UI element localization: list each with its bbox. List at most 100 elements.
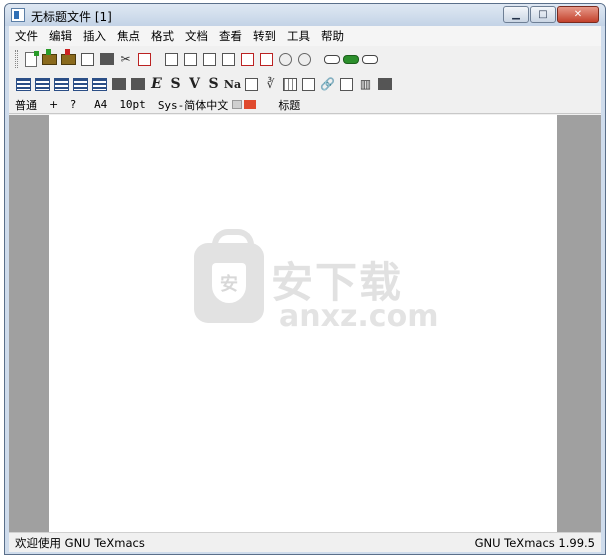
duplicate-icon <box>184 52 197 66</box>
section-button[interactable] <box>53 76 70 93</box>
link-button[interactable]: 🔗 <box>319 76 336 93</box>
editor-canvas: 安 安下载 anxz.com <box>9 115 601 532</box>
open-button[interactable] <box>41 51 58 68</box>
replace-button[interactable] <box>258 51 275 68</box>
app-window: 无标题文件 [1] ▁ □ ✕ 文件 编辑 插入 焦点 格式 文档 查看 转到 … <box>4 3 606 555</box>
save-button[interactable] <box>60 51 77 68</box>
strong-button[interactable]: S <box>167 76 184 93</box>
monitor-icon <box>377 78 392 90</box>
format-bar: 普通 + ? A4 10pt Sys-简体中文 标题 <box>9 96 601 114</box>
menu-tools[interactable]: 工具 <box>287 28 310 44</box>
undo-button[interactable] <box>277 51 294 68</box>
refresh-button[interactable] <box>342 51 359 68</box>
watermark-badge: 安 <box>194 229 264 323</box>
magnifier-icon <box>222 52 235 66</box>
forward-button[interactable] <box>361 51 378 68</box>
scissors-icon: ✂ <box>120 52 131 66</box>
maximize-button[interactable]: □ <box>530 6 556 23</box>
title-bar[interactable]: 无标题文件 [1] ▁ □ ✕ <box>5 4 605 26</box>
menu-file[interactable]: 文件 <box>15 28 38 44</box>
column-button[interactable]: ▥ <box>357 76 374 93</box>
link-icon: 🔗 <box>320 77 335 91</box>
math-button[interactable]: ∛ <box>262 76 279 93</box>
math-icon: ∛ <box>266 77 275 91</box>
duplicate-button[interactable] <box>182 51 199 68</box>
paste-icon <box>138 52 151 66</box>
emphasize-button[interactable]: E <box>148 76 165 93</box>
block-icon <box>111 78 126 90</box>
sans-button[interactable]: S <box>205 76 222 93</box>
environment-button[interactable] <box>129 76 146 93</box>
copy-icon <box>165 52 178 66</box>
menu-bar: 文件 编辑 插入 焦点 格式 文档 查看 转到 工具 帮助 <box>9 26 601 46</box>
export-icon <box>81 52 94 66</box>
redo-icon <box>298 52 311 66</box>
spell-button[interactable] <box>239 51 256 68</box>
document-page[interactable]: 安 安下载 anxz.com <box>49 115 557 532</box>
table-button[interactable] <box>281 76 298 93</box>
clipboard-button[interactable] <box>201 51 218 68</box>
redo-button[interactable] <box>296 51 313 68</box>
menu-format[interactable]: 格式 <box>151 28 174 44</box>
back-button[interactable] <box>323 51 340 68</box>
app-icon <box>11 8 25 22</box>
status-message: 欢迎使用 GNU TeXmacs <box>15 535 145 550</box>
background-color-button[interactable] <box>232 100 243 109</box>
theorem-button[interactable] <box>72 76 89 93</box>
section-icon <box>54 77 69 91</box>
text-mode-icon <box>16 77 31 91</box>
menu-focus[interactable]: 焦点 <box>117 28 140 44</box>
block-button[interactable] <box>110 76 127 93</box>
font-dropdown[interactable]: Sys-简体中文 <box>158 97 229 113</box>
list-button[interactable] <box>91 76 108 93</box>
color-button[interactable] <box>243 76 260 93</box>
session-button[interactable] <box>376 76 393 93</box>
close-button[interactable]: ✕ <box>557 6 599 23</box>
style-mode-dropdown[interactable]: 普通 <box>15 97 37 113</box>
font-size-dropdown[interactable]: 10pt <box>119 98 146 111</box>
paste-button[interactable] <box>136 51 153 68</box>
find-button[interactable] <box>220 51 237 68</box>
shield-icon: 安 <box>212 263 246 303</box>
menu-document[interactable]: 文档 <box>185 28 208 44</box>
minimize-button[interactable]: ▁ <box>503 6 529 23</box>
add-package-button[interactable]: + <box>49 98 58 111</box>
footnote-button[interactable] <box>338 76 355 93</box>
undo-icon <box>279 52 292 66</box>
name-button[interactable]: Na <box>224 76 241 93</box>
hand-left-icon <box>323 54 340 64</box>
verbatim-icon: V <box>189 76 200 92</box>
new-document-button[interactable] <box>22 51 39 68</box>
image-icon <box>302 77 315 91</box>
status-bar: 欢迎使用 GNU TeXmacs GNU TeXmacs 1.99.5 <box>9 532 601 552</box>
open-icon <box>42 53 57 65</box>
paper-size-dropdown[interactable]: A4 <box>94 98 107 111</box>
window-title: 无标题文件 [1] <box>31 10 112 24</box>
window-controls: ▁ □ ✕ <box>502 6 599 23</box>
footnote-icon <box>340 77 353 91</box>
help-button[interactable]: ? <box>70 98 76 111</box>
menu-go[interactable]: 转到 <box>253 28 276 44</box>
new-document-icon <box>24 51 37 67</box>
table-icon <box>282 77 297 91</box>
menu-view[interactable]: 查看 <box>219 28 242 44</box>
text-mode-button[interactable] <box>15 76 32 93</box>
verbatim-button[interactable]: V <box>186 76 203 93</box>
theorem-icon <box>73 77 88 91</box>
menu-help[interactable]: 帮助 <box>321 28 344 44</box>
text-color-button[interactable] <box>244 100 257 109</box>
section-dropdown[interactable]: 标题 <box>278 97 300 113</box>
paragraph-button[interactable] <box>34 76 51 93</box>
export-button[interactable] <box>79 51 96 68</box>
strong-icon: S <box>170 76 181 92</box>
name-icon: Na <box>223 77 242 91</box>
menu-edit[interactable]: 编辑 <box>49 28 72 44</box>
cut-button[interactable]: ✂ <box>117 51 134 68</box>
image-button[interactable] <box>300 76 317 93</box>
copy-button[interactable] <box>163 51 180 68</box>
mode-toolbar: E S V S Na ∛ 🔗 ▥ <box>9 72 601 96</box>
menu-insert[interactable]: 插入 <box>83 28 106 44</box>
toolbar-grip[interactable] <box>15 50 18 68</box>
sans-icon: S <box>208 76 219 92</box>
print-button[interactable] <box>98 51 115 68</box>
